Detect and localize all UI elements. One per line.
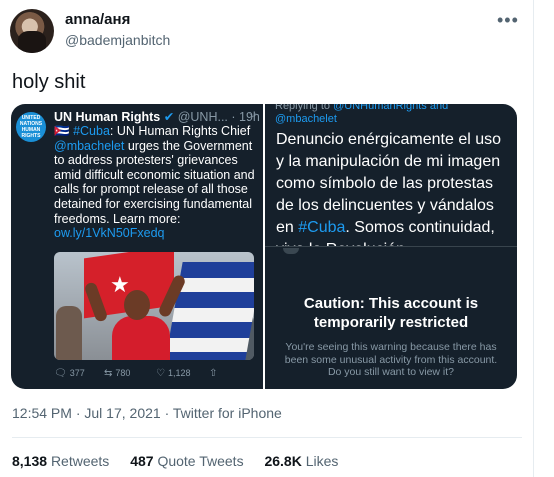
chevron-down-icon: ⌵	[249, 109, 257, 120]
un-handle-time: @UNH... · 19h	[177, 110, 260, 124]
retweet-count: 780	[115, 368, 131, 378]
avatar-placeholder	[283, 248, 299, 254]
tweet-frame: anna/аня @bademjanbitch ••• holy shit UN…	[0, 0, 533, 477]
media-grid[interactable]: UNITED NATIONS HUMAN RIGHTS UN Human Rig…	[11, 104, 517, 389]
un-body-part-1: : UN Human Rights Chief	[109, 124, 251, 138]
scrollbar[interactable]	[533, 0, 554, 477]
caution-text: You're seeing this warning because there…	[284, 341, 498, 378]
reply-action: 🗨 377	[54, 368, 85, 379]
retweets-label: Retweets	[50, 453, 110, 469]
tweet-stats: 8,138 Retweets 487 Quote Tweets 26.8K Li…	[12, 453, 355, 469]
quote-tweets-label: Quote Tweets	[157, 453, 244, 469]
reply-icon: 🗨	[54, 368, 67, 379]
tweet-text: holy shit	[12, 71, 86, 93]
un-tweet-header: UN Human Rights ✔ @UNH... · 19h	[54, 109, 260, 124]
hashtag-cuba: #Cuba	[73, 124, 110, 138]
tweet-date[interactable]: Jul 17, 2021	[84, 405, 160, 421]
retweets-count: 8,138	[12, 453, 48, 469]
hashtag-cuba: #Cuba	[298, 219, 346, 236]
media-image-right[interactable]: Replying to @UNHumanRights and @mbachele…	[265, 104, 517, 389]
un-link: ow.ly/1VkN50Fxedq	[54, 226, 165, 241]
heart-icon: ♡	[156, 368, 165, 379]
author-handle[interactable]: @bademjanbitch	[65, 32, 170, 48]
photo-person-body	[112, 316, 170, 360]
divider	[265, 246, 517, 247]
replying-to-mention: @UNHumanRights and	[333, 104, 449, 112]
quote-tweets-count: 487	[130, 453, 154, 469]
quote-tweets-stat[interactable]: 487 Quote Tweets	[130, 453, 243, 469]
more-options-icon[interactable]: •••	[497, 10, 519, 31]
photo-person-head	[124, 290, 150, 320]
meta-separator: ·	[71, 405, 85, 421]
media-image-left[interactable]: UNITED NATIONS HUMAN RIGHTS UN Human Rig…	[11, 104, 263, 389]
share-icon: ⇧	[209, 368, 218, 379]
tweet-meta: 12:54 PM · Jul 17, 2021 · Twitter for iP…	[12, 405, 282, 421]
verified-icon: ✔	[163, 110, 175, 124]
avatar[interactable]	[10, 9, 54, 53]
protest-photo: ★	[54, 252, 254, 360]
retweet-action: ⇆ 780	[104, 368, 130, 379]
likes-label: Likes	[305, 453, 339, 469]
likes-count: 26.8K	[264, 453, 302, 469]
retweets-stat[interactable]: 8,138 Retweets	[12, 453, 109, 469]
likes-stat[interactable]: 26.8K Likes	[264, 453, 338, 469]
replying-to: Replying to @UNHumanRights and @mbachele…	[275, 104, 448, 126]
caution-title: Caution: This account is temporarily res…	[303, 295, 479, 331]
cuba-flag-emoji: 🇨🇺	[54, 124, 70, 138]
reply-text: Denuncio enérgicamente el uso y la manip…	[276, 129, 512, 247]
reply-count: 377	[69, 368, 85, 378]
tweet-time[interactable]: 12:54 PM	[12, 405, 72, 421]
meta-separator: ·	[160, 405, 173, 421]
tweet-source[interactable]: Twitter for iPhone	[173, 405, 282, 421]
share-action: ⇧	[209, 368, 220, 379]
divider	[12, 437, 522, 438]
un-tweet-body: 🇨🇺 #Cuba: UN Human Rights Chief @mbachel…	[54, 124, 259, 241]
un-account-name: UN Human Rights	[54, 110, 161, 124]
like-count: 1,128	[167, 368, 191, 378]
photo-bystander	[56, 306, 82, 360]
mention-mbachelet: @mbachelet	[54, 138, 125, 153]
replying-to-label: Replying to	[275, 104, 334, 112]
author-display-name[interactable]: anna/аня	[65, 11, 130, 28]
replying-to-mention-2: @mbachelet	[275, 113, 337, 125]
like-action: ♡ 1,128	[156, 368, 191, 379]
un-avatar: UNITED NATIONS HUMAN RIGHTS	[16, 112, 46, 142]
retweet-icon: ⇆	[104, 368, 113, 379]
